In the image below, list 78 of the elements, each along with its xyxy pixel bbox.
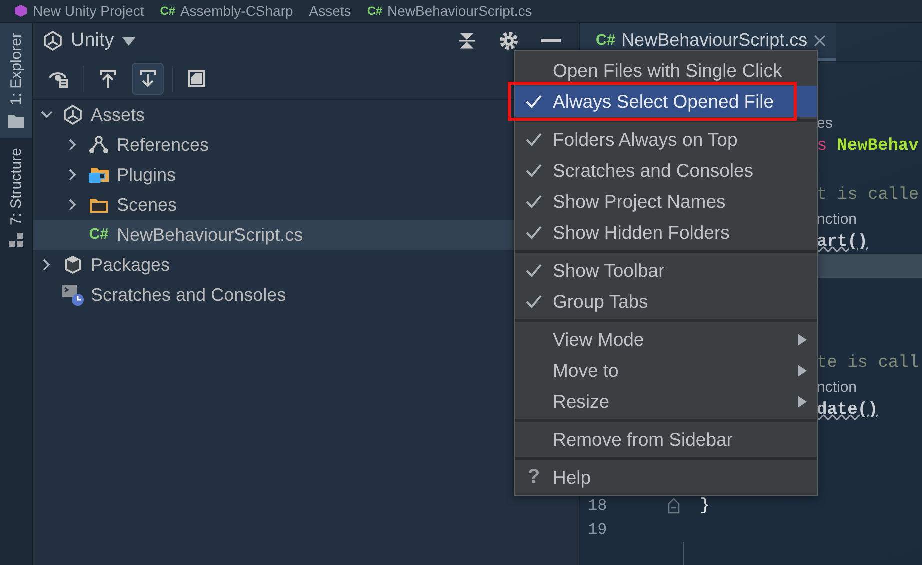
cube-icon: [14, 4, 28, 18]
box-icon: [63, 255, 83, 275]
code-hint: es: [817, 114, 833, 132]
plugin-folder-icon: [88, 166, 110, 184]
tree-item[interactable]: Assets: [33, 100, 514, 130]
tree-item[interactable]: References: [33, 130, 514, 160]
minimize-icon[interactable]: [541, 39, 561, 43]
close-icon[interactable]: [814, 34, 826, 46]
menu-item[interactable]: Folders Always on Top: [515, 124, 817, 155]
check-icon: [526, 294, 542, 308]
menu-item[interactable]: Move to: [515, 355, 817, 386]
line-number: 19: [588, 521, 608, 539]
code-token: }: [700, 496, 710, 516]
check-icon: [526, 264, 542, 278]
help-icon: ?: [528, 466, 540, 489]
submenu-arrow-icon: [798, 396, 807, 408]
csharp-icon: C#: [367, 4, 383, 18]
tree-label: Plugins: [117, 164, 176, 186]
code-hint: nction: [817, 378, 858, 396]
side-tab[interactable]: 7: Structure: [0, 138, 32, 258]
code-token: NewBehav: [837, 136, 919, 156]
unity-icon: [43, 31, 63, 51]
tree-label: References: [117, 134, 210, 156]
nodes-icon: [88, 135, 110, 155]
code-token: art(): [817, 232, 868, 252]
dropdown-caret-icon[interactable]: [122, 36, 136, 46]
code-token: date(): [817, 400, 878, 420]
side-tab[interactable]: 1: Explorer: [0, 23, 32, 138]
tree-item[interactable]: C# NewBehaviourScript.cs: [33, 220, 514, 250]
breadcrumb-item[interactable]: Assets: [309, 3, 352, 19]
code-comment: te is call: [817, 354, 920, 373]
code-hint: nction: [817, 210, 858, 228]
code-comment: t is calle: [817, 186, 920, 205]
line-number: 18: [588, 497, 608, 515]
structure-icon: [9, 233, 23, 248]
tree-item[interactable]: Scratches and Consoles: [33, 280, 514, 310]
menu-item[interactable]: ? Help: [515, 462, 817, 493]
unity-icon: [63, 105, 83, 125]
tree-label: Assets: [91, 104, 146, 126]
menu-item[interactable]: Show Project Names: [515, 186, 817, 217]
menu-item[interactable]: Show Toolbar: [515, 255, 817, 286]
csharp-icon: C#: [89, 226, 109, 244]
submenu-arrow-icon: [798, 334, 807, 346]
tree-label: Scratches and Consoles: [91, 284, 286, 306]
page-icon: [186, 68, 208, 90]
check-icon: [526, 164, 542, 178]
fold-icon[interactable]: [668, 498, 680, 514]
check-icon: [526, 132, 542, 146]
menu-item[interactable]: Remove from Sidebar: [515, 424, 817, 455]
arrow-up-icon: [97, 68, 119, 90]
check-icon: [526, 194, 542, 208]
menu-item[interactable]: Show Hidden Folders: [515, 217, 817, 248]
submenu-arrow-icon: [798, 364, 807, 376]
code-token: s: [817, 136, 828, 156]
menu-item[interactable]: View Mode: [515, 324, 817, 355]
menu-item[interactable]: Group Tabs: [515, 286, 817, 317]
tree-item[interactable]: Plugins: [33, 160, 514, 190]
arrow-down-icon: [137, 68, 159, 90]
folder-icon: [8, 114, 24, 128]
tree-label: Scenes: [117, 194, 178, 216]
menu-item[interactable]: Scratches and Consoles: [515, 155, 817, 186]
csharp-icon: C#: [160, 4, 176, 18]
tree-item[interactable]: Packages: [33, 250, 514, 280]
breadcrumb-item[interactable]: Assembly-CSharp: [180, 3, 294, 19]
tree-item[interactable]: Scenes: [33, 190, 514, 220]
breadcrumb-item[interactable]: New Unity Project: [33, 3, 144, 19]
menu-item[interactable]: Resize: [515, 386, 817, 417]
console-clock-icon: [61, 283, 85, 307]
settings-icon[interactable]: [499, 31, 519, 51]
breadcrumb-item[interactable]: NewBehaviourScript.cs: [388, 3, 532, 19]
check-icon: [526, 226, 542, 240]
check-icon: [526, 94, 542, 108]
toolbar-button[interactable]: [132, 63, 164, 95]
tree-label: NewBehaviourScript.cs: [117, 224, 304, 246]
project-title[interactable]: Unity: [71, 30, 114, 52]
tree-label: Packages: [91, 254, 170, 276]
collapse-icon[interactable]: [457, 31, 477, 51]
folder-icon: [89, 196, 109, 214]
